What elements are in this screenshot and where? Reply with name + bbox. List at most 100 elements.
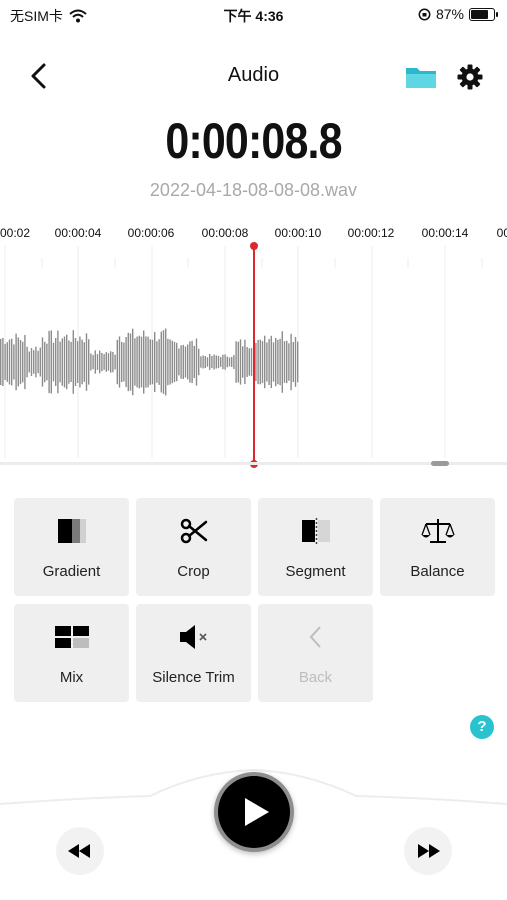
tool-label: Gradient	[42, 563, 101, 580]
waveform-bar	[215, 355, 217, 369]
mix-button[interactable]: Mix	[14, 604, 129, 702]
timeline-label: 00:00:08	[201, 226, 249, 240]
waveform-bar	[255, 343, 257, 381]
waveform-bar	[244, 339, 246, 385]
waveform-bar	[44, 341, 46, 383]
waveform-bar	[237, 341, 239, 383]
waveform-bar	[11, 338, 13, 386]
settings-button[interactable]	[455, 62, 485, 92]
waveform-bar	[149, 339, 151, 385]
waveform-bar	[270, 335, 272, 389]
orientation-lock-icon	[418, 8, 431, 20]
file-name: 2022-04-18-08-08-08.wav	[149, 180, 358, 200]
waveform-bar	[94, 350, 96, 374]
waveform-bar	[41, 337, 44, 387]
waveform-bar	[204, 356, 206, 368]
waveform-bar	[209, 354, 211, 370]
fast-forward-icon	[418, 844, 440, 858]
waveform-bar	[81, 339, 83, 385]
waveform-bar	[125, 337, 127, 387]
timeline-label: 0:00:02	[0, 226, 31, 240]
undo-back-button[interactable]: Back	[258, 604, 373, 702]
rewind-icon	[68, 844, 90, 858]
play-button[interactable]	[214, 772, 294, 852]
waveform-bar	[286, 340, 288, 384]
waveform-bar	[19, 340, 22, 385]
waveform-bar	[83, 342, 85, 382]
segment-icon	[258, 516, 373, 546]
waveform-bar	[268, 339, 270, 385]
silence-trim-button[interactable]: Silence Trim	[136, 604, 251, 702]
waveform-bar	[294, 337, 297, 387]
play-button-inner	[218, 776, 290, 848]
tool-label: Segment	[285, 563, 346, 580]
waveform-bar	[8, 339, 11, 385]
waveform-bar	[220, 357, 222, 367]
waveform-bar	[176, 342, 178, 382]
waveform-bar	[156, 341, 158, 383]
waveform-bar	[281, 331, 283, 393]
waveform-bar	[217, 355, 220, 369]
waveform-bar	[264, 335, 266, 389]
waveform-bar	[297, 341, 299, 383]
scissors-icon	[136, 516, 251, 546]
waveform-bar	[206, 357, 209, 367]
waveform-bar	[158, 339, 160, 385]
waveform-bar	[77, 341, 79, 383]
waveform-bar	[277, 339, 279, 385]
help-button[interactable]: ?	[470, 715, 494, 739]
waveform-bar	[275, 337, 277, 387]
waveform-bar	[57, 330, 59, 394]
waveform-bar	[290, 333, 292, 391]
waveform-bar	[288, 343, 290, 381]
waveform-bar	[15, 333, 17, 391]
gradient-button[interactable]: Gradient	[14, 498, 129, 596]
waveform-bar	[127, 332, 129, 392]
waveform-bar	[184, 346, 187, 378]
waveform-bar	[154, 331, 156, 392]
rewind-button[interactable]	[56, 827, 104, 875]
crop-button[interactable]: Crop	[136, 498, 251, 596]
waveform-bar	[138, 335, 140, 389]
waveform-bar	[259, 339, 261, 385]
waveform-bar	[103, 354, 105, 370]
battery-fill	[471, 9, 489, 19]
waveform-bar	[92, 355, 94, 370]
waveform-bar	[61, 338, 63, 386]
folder-button[interactable]	[404, 62, 438, 92]
balance-button[interactable]: Balance	[380, 498, 495, 596]
waveform-bar	[129, 333, 132, 391]
battery-percent: 87%	[435, 6, 464, 22]
waveform-bar	[0, 338, 2, 386]
waveform-bar	[22, 341, 24, 383]
waveform-bar	[189, 341, 191, 383]
waveform-bar	[279, 338, 281, 386]
waveform-bar	[182, 344, 184, 379]
timeline-scrollbar-thumb[interactable]	[431, 461, 449, 466]
waveform-bar	[226, 356, 228, 368]
waveform-bar	[143, 330, 145, 394]
status-right: 87%	[418, 6, 498, 22]
waveform-bar	[200, 356, 202, 368]
waveform-bar	[116, 339, 118, 385]
waveform-bar	[85, 333, 88, 391]
waveform-bar	[101, 352, 103, 372]
waveform-bar	[246, 347, 248, 377]
waveform-bar	[162, 330, 165, 394]
playhead-top-handle[interactable]	[250, 242, 258, 250]
waveform-bar	[151, 339, 154, 385]
waveform-bar	[6, 342, 8, 382]
playhead[interactable]	[253, 246, 255, 464]
waveform-bar	[224, 354, 226, 370]
waveform-bar	[136, 336, 138, 388]
waveform-bar	[233, 355, 235, 369]
segment-button[interactable]: Segment	[258, 498, 373, 596]
waveform-bar	[88, 339, 90, 385]
waveform-bar	[118, 336, 121, 388]
waveform-bar	[110, 351, 112, 373]
fast-forward-button[interactable]	[404, 827, 452, 875]
waveform-bar	[52, 342, 55, 382]
waveform-bar	[173, 341, 176, 383]
waveform-bar	[105, 352, 107, 372]
waveform-bar	[74, 338, 77, 386]
